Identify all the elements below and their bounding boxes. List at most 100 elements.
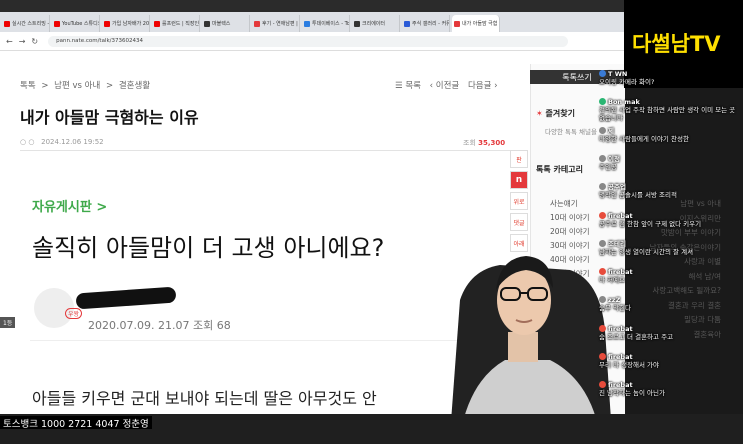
- prev-button[interactable]: 이전글: [436, 81, 459, 91]
- category-item[interactable]: 밀당과 다툼: [684, 314, 721, 325]
- category-item[interactable]: 사랑과 이별: [684, 256, 721, 267]
- tab-favicon-icon: [104, 20, 110, 27]
- chat-text: 건의된 사업 주작 참하면 사람만 생각 이미 모는 곳 없습니다: [599, 106, 736, 123]
- chat-message: firebat 진 남작하는 놈이 아닌가: [599, 381, 739, 397]
- tab-label: 내가 아들맘 극혐: [462, 21, 498, 27]
- chat-text: 다 저예요: [599, 276, 625, 285]
- tab-label: 가입 남자배가 20대 제외 결과: [112, 21, 150, 27]
- divider: [30, 340, 490, 341]
- chat-username: 이정: [608, 154, 620, 163]
- browser-tab[interactable]: 를프런드 | 직장인 기업 연봉: [152, 15, 200, 32]
- chat-avatar-icon: [599, 296, 606, 304]
- browser-tab[interactable]: 실시간 스트리밍 - YouTube: [2, 15, 50, 32]
- post-meta: 2020.07.09. 21.07 조회 68: [88, 319, 231, 332]
- category-item[interactable]: 20대 이야기: [550, 226, 590, 237]
- chat-avatar-icon: [599, 324, 606, 332]
- tab-label: 를프런드 | 직장인 기업 연봉: [162, 21, 200, 27]
- breadcrumb: 톡톡 > 남편 vs 아내 > 결혼생활: [20, 81, 151, 91]
- category-item[interactable]: 맛밤이 부부 이야기: [661, 227, 721, 238]
- tab-label: 후기 - 연애남편 | 네이트판: [262, 21, 299, 27]
- category-title: 톡톡 카테고리: [536, 165, 583, 174]
- comment-button[interactable]: 댓글: [510, 213, 528, 231]
- author-badge: 우왕: [65, 308, 83, 319]
- chat-avatar-icon: [599, 70, 606, 77]
- donation-banner: 토스뱅크 1000 2721 4047 정춘영: [0, 416, 152, 430]
- chat-text: 명작인 곰솔시를 서방 조리적: [599, 191, 677, 200]
- reload-icon[interactable]: ↻: [31, 37, 38, 46]
- chat-username: T WN: [608, 70, 628, 78]
- category-item[interactable]: 남편 vs 아내: [680, 198, 721, 209]
- chat-username: 조테리: [608, 239, 626, 248]
- chat-text: 오이링 카메라 화이?: [599, 78, 655, 86]
- tab-favicon-icon: [354, 20, 360, 27]
- pann-icon[interactable]: 판: [510, 150, 528, 168]
- page-title: 내가 아들맘 극혐하는 이유: [20, 108, 199, 127]
- browser-tab[interactable]: 투데이베이스 - Toonation: [302, 15, 350, 32]
- chat-avatar-icon: [599, 154, 606, 162]
- category-item[interactable]: 사는얘기: [550, 198, 578, 209]
- back-icon[interactable]: ←: [6, 37, 13, 46]
- browser-tab[interactable]: YouTube 스튜디오: [52, 15, 100, 32]
- category-item[interactable]: 사랑고백해도 될까요?: [653, 285, 721, 296]
- chat-text: 숨 조르고 더 결혼하고 주고: [599, 332, 674, 341]
- browser-tab[interactable]: 가입 남자배가 20대 제외 결과: [102, 15, 150, 32]
- favorites-title: ✶ 즐겨찾기: [536, 109, 575, 118]
- side-icon-column: 판 n 위로 댓글 아래: [510, 150, 528, 252]
- tab-favicon-icon: [304, 20, 310, 27]
- browser-tab[interactable]: 주식 갤러리 - 커뮤니티 포털: [402, 15, 450, 32]
- breadcrumb-item[interactable]: 결혼생활: [119, 81, 150, 91]
- list-button[interactable]: 목록: [405, 81, 421, 91]
- tab-label: 실시간 스트리밍 - YouTube: [12, 21, 50, 27]
- chat-username: firebat: [608, 211, 633, 220]
- next-button[interactable]: 다음글: [468, 81, 491, 91]
- chat-message: firebat 공주로 점 한참 앞이 구제 없다 키우기: [599, 211, 739, 228]
- browser-tab[interactable]: 마블렉스: [202, 15, 250, 32]
- tab-label: 투데이베이스 - Toonation: [312, 21, 350, 27]
- window-top-strip: [0, 0, 624, 12]
- chat-message: firebat 숨 조르고 더 결혼하고 주고: [599, 324, 739, 341]
- browser-tab[interactable]: 후기 - 연애남편 | 네이트판: [252, 15, 300, 32]
- chat-message: Bon mak 건의된 사업 주작 참하면 사람만 생각 이미 모는 곳 없습니다: [599, 98, 739, 122]
- post-title: 솔직히 아들맘이 더 고생 아니에요?: [32, 234, 385, 262]
- nate-icon[interactable]: n: [510, 171, 528, 189]
- tab-favicon-icon: [154, 20, 160, 27]
- chat-message: 공주업 명작인 곰솔시를 서방 조리적: [599, 183, 739, 199]
- forward-icon[interactable]: →: [19, 37, 26, 46]
- bookmarks-bar: [0, 51, 624, 65]
- chat-username: 공주업: [608, 183, 626, 192]
- tab-favicon-icon: [54, 20, 60, 27]
- chat-username: firebat: [608, 324, 633, 333]
- favorites-desc: 다양한 톡톡 채널을: [545, 128, 597, 136]
- chat-text: 주인공: [599, 162, 617, 171]
- browser-tab-bar: 실시간 스트리밍 - YouTube YouTube 스튜디오 가입 남자배가 20…: [0, 12, 624, 32]
- chat-avatar-icon: [599, 183, 606, 191]
- browser-tab[interactable]: 내가 아들맘 극혐: [452, 15, 500, 32]
- tab-label: 주식 갤러리 - 커뮤니티 포털: [412, 21, 450, 27]
- chat-avatar-icon: [599, 353, 606, 360]
- chat-text: 공주로 점 한참 앞이 구제 없다 키우기: [599, 219, 702, 228]
- chat-message: firebat 다 저예요: [599, 268, 739, 284]
- category-item[interactable]: 10대 이야기: [550, 212, 590, 223]
- url-field[interactable]: pann.nate.com/talk/373602434: [48, 35, 569, 47]
- chat-avatar-icon: [599, 211, 606, 219]
- tab-favicon-icon: [454, 20, 460, 27]
- chat-username: firebat: [608, 268, 633, 277]
- stream-logo: 다썰남TV: [632, 32, 721, 56]
- board-label[interactable]: 자유게시판 >: [32, 196, 107, 215]
- chat-username: 제: [608, 126, 614, 135]
- chat-message: 조테리 남자는 양생 열이란 시간의 잘 계셔: [599, 239, 739, 256]
- browser-tab[interactable]: 크리에이터: [352, 15, 400, 32]
- address-bar: ← → ↻ pann.nate.com/talk/373602434: [0, 32, 624, 51]
- chat-text: 진 남작하는 놈이 아닌가: [599, 389, 665, 398]
- chat-username: firebat: [608, 353, 633, 361]
- top-button[interactable]: 위로: [510, 192, 528, 210]
- chat-avatar-icon: [599, 239, 606, 247]
- chat-avatar-icon: [599, 381, 606, 389]
- post-body: 아들들 키우면 군대 보내야 되는데 딸은 아무것도 안: [32, 389, 377, 408]
- chat-text: 다양한 사람들에게 이야기 찬성한: [599, 134, 689, 143]
- star-icon: ✶: [536, 109, 543, 118]
- breadcrumb-item[interactable]: 톡톡: [20, 81, 36, 91]
- chat-text: 남자는 양생 열이란 시간의 잘 계셔: [599, 247, 694, 256]
- list-icon: ☰: [395, 81, 403, 91]
- breadcrumb-item[interactable]: 남편 vs 아내: [54, 81, 100, 91]
